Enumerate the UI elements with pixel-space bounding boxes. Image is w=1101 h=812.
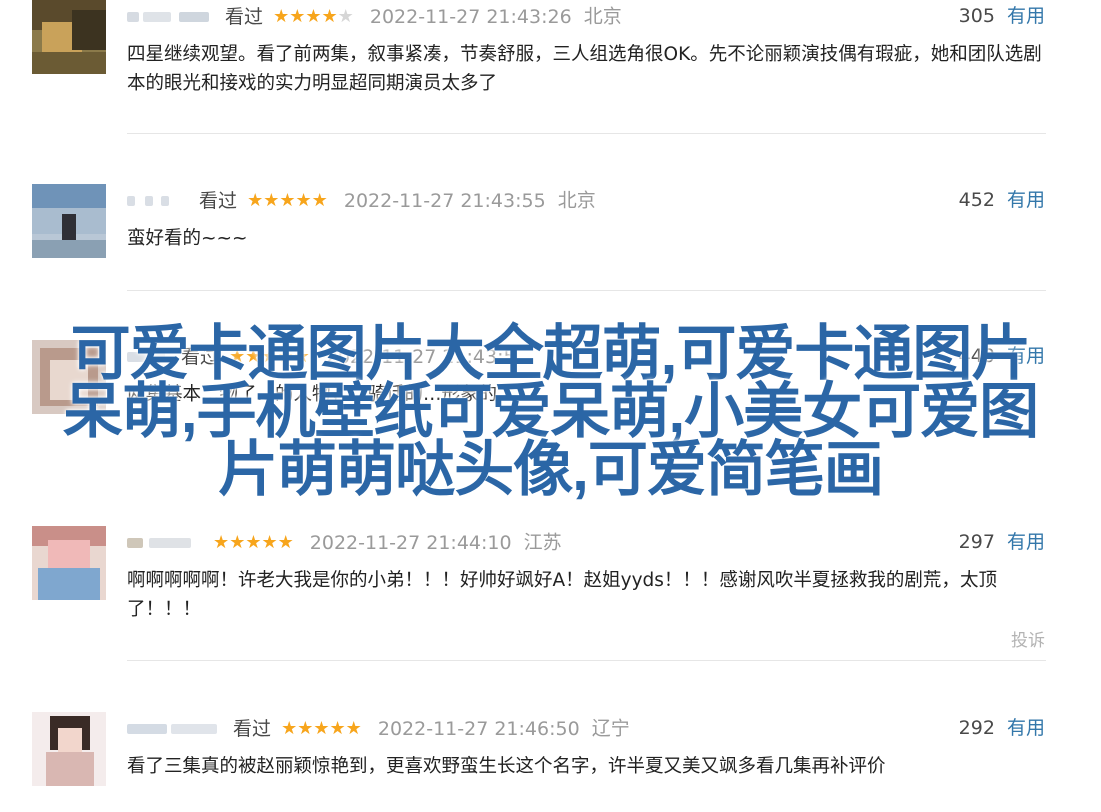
overlay-title: 可爱卡通图片大全超萌,可爱卡通图片 呆萌,手机壁纸可爱呆萌,小美女可爱图 片萌萌… bbox=[0, 320, 1101, 503]
watch-status: 看过 bbox=[199, 189, 238, 212]
rating-stars: ★★★★★ bbox=[213, 532, 294, 553]
overlay-title-line: 片萌萌哒头像,可爱简笔画 bbox=[218, 436, 884, 503]
review-time: 2022-11-27 21:43:26 bbox=[369, 5, 572, 28]
review-page: 看过 ★★★★★ 2022-11-27 21:43:26 北京 305 有用 四… bbox=[0, 0, 1101, 812]
divider bbox=[127, 290, 1046, 291]
review-meta: 看过 ★★★★★ 2022-11-27 21:43:55 北京 bbox=[127, 188, 596, 212]
username-blurred[interactable] bbox=[127, 10, 211, 24]
rating-stars: ★★★★★ bbox=[281, 718, 362, 739]
divider bbox=[127, 660, 1046, 661]
star-filled-icon: ★ bbox=[289, 5, 306, 27]
divider bbox=[127, 133, 1046, 134]
star-filled-icon: ★ bbox=[313, 717, 330, 739]
star-filled-icon: ★ bbox=[247, 189, 264, 211]
star-filled-icon: ★ bbox=[281, 717, 298, 739]
review-location: 辽宁 bbox=[591, 717, 630, 740]
star-filled-icon: ★ bbox=[261, 531, 278, 553]
review-content: 蛮好看的~~~ bbox=[127, 228, 248, 249]
star-filled-icon: ★ bbox=[329, 717, 346, 739]
star-empty-icon: ★ bbox=[337, 5, 354, 27]
review-content: 啊啊啊啊啊！许老大我是你的小弟！！！好帅好飒好A！赵姐yyds！！！感谢风吹半夏… bbox=[127, 570, 997, 620]
useful-button[interactable]: 有用 bbox=[1007, 531, 1045, 553]
vote-area: 305 有用 bbox=[959, 4, 1045, 28]
star-filled-icon: ★ bbox=[311, 189, 328, 211]
star-filled-icon: ★ bbox=[245, 531, 262, 553]
star-filled-icon: ★ bbox=[229, 531, 246, 553]
avatar[interactable] bbox=[32, 526, 106, 600]
star-filled-icon: ★ bbox=[277, 531, 294, 553]
watch-status: 看过 bbox=[225, 5, 264, 28]
review-meta: 看过 ★★★★★ 2022-11-27 21:46:50 辽宁 bbox=[127, 716, 630, 740]
rating-stars: ★★★★★ bbox=[273, 6, 354, 27]
star-filled-icon: ★ bbox=[305, 5, 322, 27]
useful-button[interactable]: 有用 bbox=[1007, 717, 1045, 739]
star-filled-icon: ★ bbox=[297, 717, 314, 739]
vote-area: 292 有用 bbox=[959, 716, 1045, 740]
username-blurred[interactable] bbox=[127, 194, 185, 208]
rating-stars: ★★★★★ bbox=[247, 190, 328, 211]
overlay-title-line: 可爱卡通图片大全超萌,可爱卡通图片 bbox=[70, 320, 1032, 387]
vote-area: 297 有用 bbox=[959, 530, 1045, 554]
overlay-title-line: 呆萌,手机壁纸可爱呆萌,小美女可爱图 bbox=[62, 378, 1039, 445]
review-location: 北京 bbox=[557, 189, 596, 212]
star-filled-icon: ★ bbox=[345, 717, 362, 739]
review-content: 看了三集真的被赵丽颖惊艳到，更喜欢野蛮生长这个名字，许半夏又美又飒多看几集再补评… bbox=[127, 756, 886, 777]
star-filled-icon: ★ bbox=[279, 189, 296, 211]
review-meta: ★★★★★ 2022-11-27 21:44:10 江苏 bbox=[127, 530, 562, 554]
username-blurred[interactable] bbox=[127, 536, 195, 550]
review-meta: 看过 ★★★★★ 2022-11-27 21:43:26 北京 bbox=[127, 4, 622, 28]
review-time: 2022-11-27 21:43:55 bbox=[343, 189, 546, 212]
review-time: 2022-11-27 21:44:10 bbox=[309, 531, 512, 554]
report-link[interactable]: 投诉 bbox=[1011, 626, 1045, 651]
username-blurred[interactable] bbox=[127, 722, 219, 736]
star-filled-icon: ★ bbox=[213, 531, 230, 553]
review-location: 北京 bbox=[583, 5, 622, 28]
useful-button[interactable]: 有用 bbox=[1007, 189, 1045, 211]
avatar[interactable] bbox=[32, 0, 106, 74]
vote-area: 452 有用 bbox=[959, 188, 1045, 212]
vote-count: 292 bbox=[958, 717, 995, 739]
star-filled-icon: ★ bbox=[321, 5, 338, 27]
useful-button[interactable]: 有用 bbox=[1007, 5, 1045, 27]
avatar[interactable] bbox=[32, 184, 106, 258]
avatar[interactable] bbox=[32, 712, 106, 786]
vote-count: 305 bbox=[958, 5, 995, 27]
review-content: 四星继续观望。看了前两集，叙事紧凑，节奏舒服，三人组选角很OK。先不论丽颖演技偶… bbox=[127, 44, 1042, 94]
vote-count: 452 bbox=[958, 189, 995, 211]
star-filled-icon: ★ bbox=[263, 189, 280, 211]
watch-status: 看过 bbox=[233, 717, 272, 740]
star-filled-icon: ★ bbox=[273, 5, 290, 27]
review-location: 江苏 bbox=[523, 531, 562, 554]
review-time: 2022-11-27 21:46:50 bbox=[377, 717, 580, 740]
vote-count: 297 bbox=[958, 531, 995, 553]
star-filled-icon: ★ bbox=[295, 189, 312, 211]
